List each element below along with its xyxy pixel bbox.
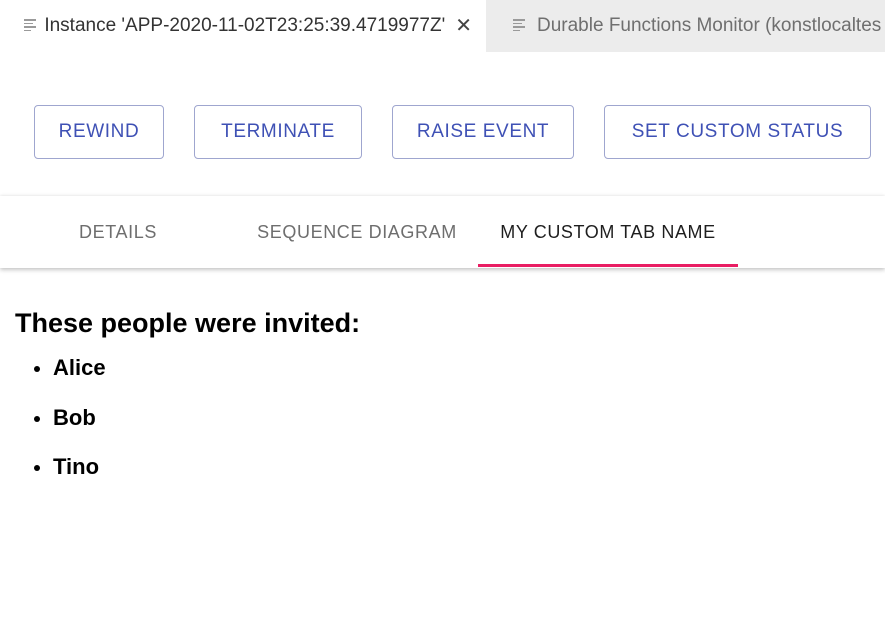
custom-tab-content: These people were invited: Alice Bob Tin… [15,300,360,505]
editor-tab-label: Instance 'APP-2020-11-02T23:25:39.471997… [44,15,446,36]
rewind-button[interactable]: REWIND [34,105,164,159]
raise-event-button[interactable]: RAISE EVENT [392,105,574,159]
terminate-button[interactable]: TERMINATE [194,105,362,159]
editor-tab-label: Durable Functions Monitor (konstlocaltes [537,15,882,36]
close-icon[interactable]: ✕ [455,16,472,36]
content-heading: These people were invited: [15,308,361,338]
list-item: Alice [33,356,360,406]
tab-selection-indicator [478,264,738,267]
set-custom-status-button[interactable]: SET CUSTOM STATUS [604,105,871,159]
tab-bar: DETAILS SEQUENCE DIAGRAM MY CUSTOM TAB N… [0,196,885,268]
invited-people-list: Alice Bob Tino [15,356,360,505]
editor-tab-instance[interactable]: Instance 'APP-2020-11-02T23:25:39.471997… [0,0,486,52]
editor-tab-strip: Instance 'APP-2020-11-02T23:25:39.471997… [0,0,885,52]
list-item: Tino [33,455,360,505]
editor-tab-monitor[interactable]: Durable Functions Monitor (konstlocaltes [486,0,885,52]
lines-icon [24,19,36,31]
tab-my-custom-tab-name[interactable]: MY CUSTOM TAB NAME [478,196,738,268]
tab-sequence-diagram[interactable]: SEQUENCE DIAGRAM [236,196,478,268]
tab-details[interactable]: DETAILS [0,196,236,268]
lines-icon [513,19,527,31]
action-toolbar: REWIND TERMINATE RAISE EVENT SET CUSTOM … [0,105,885,159]
list-item: Bob [33,405,360,456]
